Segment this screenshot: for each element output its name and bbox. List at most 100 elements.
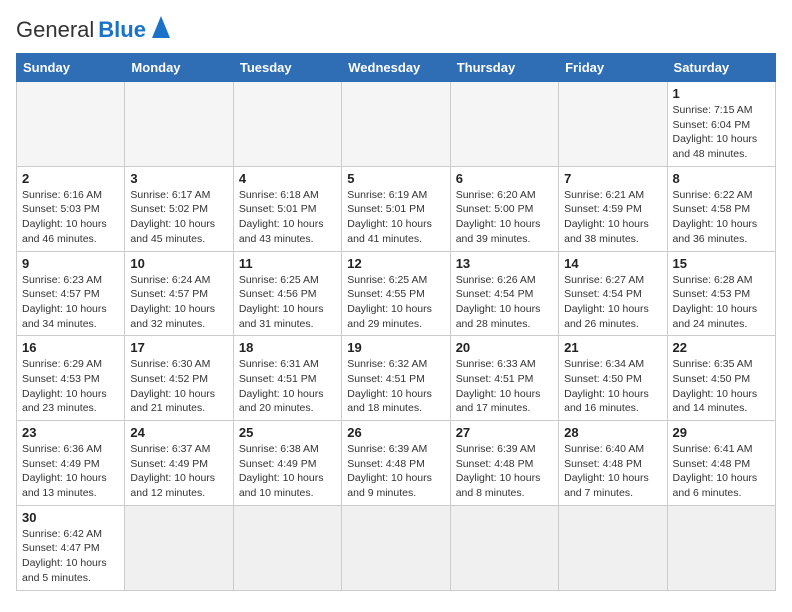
calendar-cell: 21Sunrise: 6:34 AM Sunset: 4:50 PM Dayli…	[559, 336, 667, 421]
calendar-cell	[450, 82, 558, 167]
day-info: Sunrise: 6:23 AM Sunset: 4:57 PM Dayligh…	[22, 273, 119, 332]
day-info: Sunrise: 6:28 AM Sunset: 4:53 PM Dayligh…	[673, 273, 770, 332]
calendar-cell: 27 Sunrise: 6:39 AM Sunset: 4:48 PM Dayli…	[450, 421, 558, 506]
calendar-cell: 30 Sunrise: 6:42 AM Sunset: 4:47 PM Dayli…	[17, 505, 125, 590]
day-info: Sunrise: 6:25 AM Sunset: 4:56 PM Dayligh…	[239, 273, 336, 332]
calendar-cell: 3 Sunrise: 6:17 AM Sunset: 5:02 PM Daylig…	[125, 166, 233, 251]
day-number: 22	[673, 340, 770, 355]
day-number: 14	[564, 256, 661, 271]
calendar-cell	[559, 505, 667, 590]
calendar-cell: 8 Sunrise: 6:22 AM Sunset: 4:58 PM Daylig…	[667, 166, 775, 251]
day-number: 15	[673, 256, 770, 271]
day-info: Sunrise: 6:19 AM Sunset: 5:01 PM Dayligh…	[347, 188, 444, 247]
calendar-cell	[450, 505, 558, 590]
day-number: 17	[130, 340, 227, 355]
calendar-cell: 18 Sunrise: 6:31 AM Sunset: 4:51 PM Dayli…	[233, 336, 341, 421]
day-info: Sunrise: 6:31 AM Sunset: 4:51 PM Dayligh…	[239, 357, 336, 416]
calendar-cell: 6 Sunrise: 6:20 AM Sunset: 5:00 PM Daylig…	[450, 166, 558, 251]
day-number: 27	[456, 425, 553, 440]
day-info: Sunrise: 6:36 AM Sunset: 4:49 PM Dayligh…	[22, 442, 119, 501]
calendar-cell: 28 Sunrise: 6:40 AM Sunset: 4:48 PM Dayli…	[559, 421, 667, 506]
day-info: Sunrise: 6:38 AM Sunset: 4:49 PM Dayligh…	[239, 442, 336, 501]
day-number: 25	[239, 425, 336, 440]
calendar-cell	[125, 82, 233, 167]
day-number: 30	[22, 510, 119, 525]
day-info: Sunrise: 6:42 AM Sunset: 4:47 PM Dayligh…	[22, 527, 119, 586]
calendar-cell	[342, 505, 450, 590]
calendar-cell: 22 Sunrise: 6:35 AM Sunset: 4:50 PM Dayli…	[667, 336, 775, 421]
calendar-cell	[667, 505, 775, 590]
day-number: 21	[564, 340, 661, 355]
calendar-cell	[17, 82, 125, 167]
calendar-cell: 7 Sunrise: 6:21 AM Sunset: 4:59 PM Daylig…	[559, 166, 667, 251]
calendar-cell: 4 Sunrise: 6:18 AM Sunset: 5:01 PM Daylig…	[233, 166, 341, 251]
day-info: Sunrise: 6:24 AM Sunset: 4:57 PM Dayligh…	[130, 273, 227, 332]
day-info: Sunrise: 6:41 AM Sunset: 4:48 PM Dayligh…	[673, 442, 770, 501]
calendar-cell: 12Sunrise: 6:25 AM Sunset: 4:55 PM Dayli…	[342, 251, 450, 336]
logo: General Blue	[16, 16, 170, 43]
day-number: 18	[239, 340, 336, 355]
calendar-cell: 13 Sunrise: 6:26 AM Sunset: 4:54 PM Dayli…	[450, 251, 558, 336]
day-info: Sunrise: 6:21 AM Sunset: 4:59 PM Dayligh…	[564, 188, 661, 247]
week-row-2: 2 Sunrise: 6:16 AM Sunset: 5:03 PM Daylig…	[17, 166, 776, 251]
calendar-cell	[233, 82, 341, 167]
day-number: 2	[22, 171, 119, 186]
week-row-6: 30 Sunrise: 6:42 AM Sunset: 4:47 PM Dayli…	[17, 505, 776, 590]
day-info: Sunrise: 6:37 AM Sunset: 4:49 PM Dayligh…	[130, 442, 227, 501]
day-info: Sunrise: 6:22 AM Sunset: 4:58 PM Dayligh…	[673, 188, 770, 247]
calendar-cell: 20Sunrise: 6:33 AM Sunset: 4:51 PM Dayli…	[450, 336, 558, 421]
calendar-cell: 2 Sunrise: 6:16 AM Sunset: 5:03 PM Daylig…	[17, 166, 125, 251]
day-number: 11	[239, 256, 336, 271]
day-info: Sunrise: 6:20 AM Sunset: 5:00 PM Dayligh…	[456, 188, 553, 247]
day-number: 13	[456, 256, 553, 271]
weekday-header-saturday: Saturday	[667, 54, 775, 82]
calendar-cell: 25 Sunrise: 6:38 AM Sunset: 4:49 PM Dayli…	[233, 421, 341, 506]
weekday-header-monday: Monday	[125, 54, 233, 82]
day-info: Sunrise: 6:18 AM Sunset: 5:01 PM Dayligh…	[239, 188, 336, 247]
day-number: 28	[564, 425, 661, 440]
day-number: 3	[130, 171, 227, 186]
day-info: Sunrise: 6:32 AM Sunset: 4:51 PM Dayligh…	[347, 357, 444, 416]
day-info: Sunrise: 6:40 AM Sunset: 4:48 PM Dayligh…	[564, 442, 661, 501]
calendar-cell: 9 Sunrise: 6:23 AM Sunset: 4:57 PM Daylig…	[17, 251, 125, 336]
day-info: Sunrise: 6:27 AM Sunset: 4:54 PM Dayligh…	[564, 273, 661, 332]
calendar-cell: 16Sunrise: 6:29 AM Sunset: 4:53 PM Dayli…	[17, 336, 125, 421]
day-info: Sunrise: 6:29 AM Sunset: 4:53 PM Dayligh…	[22, 357, 119, 416]
calendar-cell: 23Sunrise: 6:36 AM Sunset: 4:49 PM Dayli…	[17, 421, 125, 506]
calendar-cell: 1 Sunrise: 7:15 AM Sunset: 6:04 PM Daylig…	[667, 82, 775, 167]
day-number: 6	[456, 171, 553, 186]
day-info: Sunrise: 6:35 AM Sunset: 4:50 PM Dayligh…	[673, 357, 770, 416]
weekday-header-tuesday: Tuesday	[233, 54, 341, 82]
day-number: 4	[239, 171, 336, 186]
day-number: 1	[673, 86, 770, 101]
logo-blue: Blue	[98, 17, 146, 43]
week-row-4: 16Sunrise: 6:29 AM Sunset: 4:53 PM Dayli…	[17, 336, 776, 421]
day-info: Sunrise: 6:17 AM Sunset: 5:02 PM Dayligh…	[130, 188, 227, 247]
day-info: Sunrise: 6:39 AM Sunset: 4:48 PM Dayligh…	[347, 442, 444, 501]
day-info: Sunrise: 7:15 AM Sunset: 6:04 PM Dayligh…	[673, 103, 770, 162]
day-number: 5	[347, 171, 444, 186]
day-info: Sunrise: 6:16 AM Sunset: 5:03 PM Dayligh…	[22, 188, 119, 247]
calendar-cell: 15 Sunrise: 6:28 AM Sunset: 4:53 PM Dayli…	[667, 251, 775, 336]
day-info: Sunrise: 6:26 AM Sunset: 4:54 PM Dayligh…	[456, 273, 553, 332]
day-number: 7	[564, 171, 661, 186]
weekday-header-sunday: Sunday	[17, 54, 125, 82]
day-number: 9	[22, 256, 119, 271]
calendar-cell: 5 Sunrise: 6:19 AM Sunset: 5:01 PM Daylig…	[342, 166, 450, 251]
calendar-cell	[342, 82, 450, 167]
calendar: SundayMondayTuesdayWednesdayThursdayFrid…	[16, 53, 776, 591]
calendar-cell: 14 Sunrise: 6:27 AM Sunset: 4:54 PM Dayli…	[559, 251, 667, 336]
week-row-3: 9 Sunrise: 6:23 AM Sunset: 4:57 PM Daylig…	[17, 251, 776, 336]
calendar-cell: 19Sunrise: 6:32 AM Sunset: 4:51 PM Dayli…	[342, 336, 450, 421]
day-number: 24	[130, 425, 227, 440]
calendar-cell: 10Sunrise: 6:24 AM Sunset: 4:57 PM Dayli…	[125, 251, 233, 336]
day-info: Sunrise: 6:33 AM Sunset: 4:51 PM Dayligh…	[456, 357, 553, 416]
calendar-cell: 24 Sunrise: 6:37 AM Sunset: 4:49 PM Dayli…	[125, 421, 233, 506]
calendar-cell: 11 Sunrise: 6:25 AM Sunset: 4:56 PM Dayli…	[233, 251, 341, 336]
calendar-cell: 26 Sunrise: 6:39 AM Sunset: 4:48 PM Dayli…	[342, 421, 450, 506]
week-row-1: 1 Sunrise: 7:15 AM Sunset: 6:04 PM Daylig…	[17, 82, 776, 167]
day-number: 26	[347, 425, 444, 440]
day-number: 8	[673, 171, 770, 186]
day-info: Sunrise: 6:39 AM Sunset: 4:48 PM Dayligh…	[456, 442, 553, 501]
day-number: 12	[347, 256, 444, 271]
